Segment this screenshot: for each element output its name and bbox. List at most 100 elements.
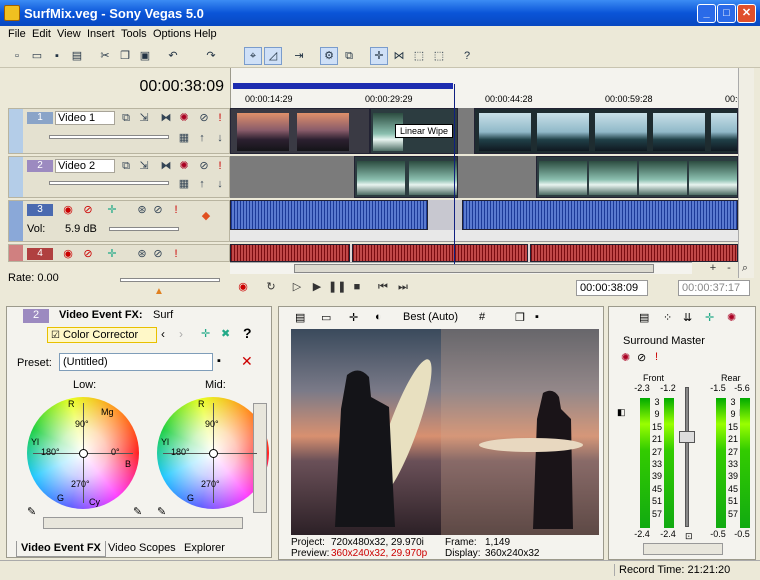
track-fx-icon[interactable]: ✺ [177,159,191,173]
enable-snapping-icon[interactable]: ⌖ [244,47,262,65]
track-header-video-2[interactable]: 2 Video 2 ⧉ ⇲ ⧓ ✺ ⊘ ! ▦ ↑ ↓ [8,156,230,198]
pan-diamond-icon[interactable]: ◆ [199,209,213,223]
timeline-ruler[interactable]: 00:00:14:29 00:00:29:29 00:00:44:28 00:0… [230,68,750,108]
master-fx-icon[interactable]: ✺ [621,351,630,364]
zoom-tool-icon[interactable]: ⌕ [738,262,752,274]
delete-preset-icon[interactable]: ✕ [241,353,253,370]
maximize-button[interactable]: □ [717,4,736,23]
pause-icon[interactable]: ❚❚ [328,278,346,296]
rate-slider-thumb-icon[interactable]: ▲ [154,286,164,297]
invert-phase-icon[interactable]: ⊘ [81,203,95,217]
checkbox-checked-icon[interactable]: ☑ [51,330,60,341]
whats-this-help-icon[interactable]: ? [458,47,476,65]
zoom-tool-icon[interactable]: ⬚ [430,47,448,65]
composite-level-slider[interactable] [49,181,169,185]
preview-properties-icon[interactable]: ▤ [295,311,305,324]
preview-video-frame[interactable] [291,329,599,535]
menu-insert[interactable]: Insert [87,28,115,40]
split-screen-icon[interactable]: ◐ [375,311,382,323]
video-clip[interactable] [536,156,738,198]
minimize-button[interactable]: _ [697,4,716,23]
composite-level-slider[interactable] [49,135,169,139]
track-name-field[interactable]: Video 1 [55,111,115,125]
stop-icon[interactable]: ■ [348,278,366,296]
selection-end-field[interactable]: 00:00:37:17 [678,280,750,296]
fader-lock-icon[interactable]: ⊡ [685,531,693,542]
surround-panner-icon[interactable]: ⁘ [663,311,672,324]
solo-icon[interactable]: ! [213,111,227,125]
tab-video-event-fx[interactable]: Video Event FX [16,541,106,557]
rate-slider[interactable] [120,278,220,282]
overlays-icon[interactable]: # [479,311,485,323]
fx-chain-item-color-corrector[interactable]: ☑ Color Corrector [47,327,157,343]
motion-blur-icon[interactable]: ⧉ [119,111,133,125]
copy-snapshot-icon[interactable]: ❐ [515,311,525,324]
envelope-tool-icon[interactable]: ⋈ [390,47,408,65]
close-button[interactable]: ✕ [737,4,756,23]
preview-fx-icon[interactable]: ✛ [349,311,358,324]
preset-dropdown[interactable]: (Untitled) [59,353,213,371]
invert-phase-icon[interactable]: ⊘ [81,247,95,261]
track-fx-icon[interactable]: ✛ [105,203,119,217]
menu-options[interactable]: Options [153,28,191,40]
loop-playback-icon[interactable]: ↻ [262,278,280,296]
video-1-lane[interactable]: Linear Wipe [230,108,738,154]
audio-clip[interactable] [230,200,428,230]
insert-fx-icon[interactable]: ✺ [727,311,736,324]
low-wheel-handle[interactable] [79,449,88,458]
track-header-audio-4[interactable]: 4 ◉ ⊘ ✛ ⊛ ⊘ ! [8,244,230,262]
solo-icon[interactable]: ! [169,203,183,217]
track-expand-bar[interactable] [9,109,23,153]
track-fx-icon[interactable]: ✺ [177,111,191,125]
auto-crossfade-icon[interactable]: ◿ [264,47,282,65]
selection-tool-icon[interactable]: ⬚ [410,47,428,65]
menu-edit[interactable]: Edit [32,28,51,40]
track-header-video-1[interactable]: 1 Video 1 ⧉ ⇲ ⧓ ✺ ⊘ ! ▦ ↑ ↓ [8,108,230,154]
redo-icon[interactable]: ↷ [202,47,220,65]
save-preset-icon[interactable]: ▪ [217,355,221,367]
menu-tools[interactable]: Tools [121,28,147,40]
insert-bus-icon[interactable]: ✛ [705,311,714,324]
save-icon[interactable]: ▪ [48,47,66,65]
track-expand-bar[interactable] [9,201,23,241]
compositing-mode-icon[interactable]: ⧓ [159,159,173,173]
tab-explorer[interactable]: Explorer [180,541,229,557]
mute-icon[interactable]: ⊘ [197,111,211,125]
mute-icon[interactable]: ⊘ [151,203,165,217]
fx-panel-vertical-scrollbar[interactable] [253,403,267,513]
track-expand-bar[interactable] [9,157,23,197]
menu-file[interactable]: File [8,28,26,40]
mute-icon[interactable]: ⊘ [197,159,211,173]
tab-video-scopes[interactable]: Video Scopes [104,541,180,557]
external-monitor-icon[interactable]: ▭ [321,311,331,324]
downmix-icon[interactable]: ⇊ [683,311,692,324]
plugin-help-icon[interactable]: ? [243,325,252,341]
master-solo-icon[interactable]: ! [655,351,658,363]
motion-blur-icon[interactable]: ⧉ [119,159,133,173]
playhead-cursor[interactable] [454,84,455,264]
automation-icon[interactable]: ⊛ [135,247,149,261]
play-icon[interactable]: ▶ [308,278,326,296]
mixer-horizontal-scrollbar[interactable] [643,543,723,555]
video-2-lane[interactable] [230,156,738,198]
mixer-properties-icon[interactable]: ▤ [639,311,649,324]
compositing-mode-icon[interactable]: ⧓ [159,111,173,125]
eyedropper-icon[interactable]: ✎ [27,505,36,518]
preview-quality-dropdown[interactable]: Best (Auto) [403,311,458,323]
track-fx-icon[interactable]: ✛ [105,247,119,261]
mute-icon[interactable]: ⊘ [151,247,165,261]
timeline-vertical-scrollbar[interactable] [738,68,754,278]
mid-wheel-handle[interactable] [209,449,218,458]
fader-handle-icon[interactable]: ◧ [617,407,626,418]
track-header-audio-3[interactable]: 3 ◉ ⊘ ✛ ⊛ ⊘ ! Vol: 5.9 dB ◆ [8,200,230,242]
master-fader-track[interactable] [685,387,689,527]
menu-help[interactable]: Help [194,28,217,40]
track-name-field[interactable]: Video 2 [55,159,115,173]
fx-panel-horizontal-scrollbar[interactable] [43,517,243,529]
solo-icon[interactable]: ! [169,247,183,261]
audio-3-envelope-strip[interactable] [230,230,738,242]
timeline-horizontal-scrollbar[interactable] [230,262,692,274]
scroll-thumb[interactable] [294,264,654,273]
make-child-icon[interactable]: ↓ [213,177,227,191]
volume-slider[interactable] [109,227,179,231]
